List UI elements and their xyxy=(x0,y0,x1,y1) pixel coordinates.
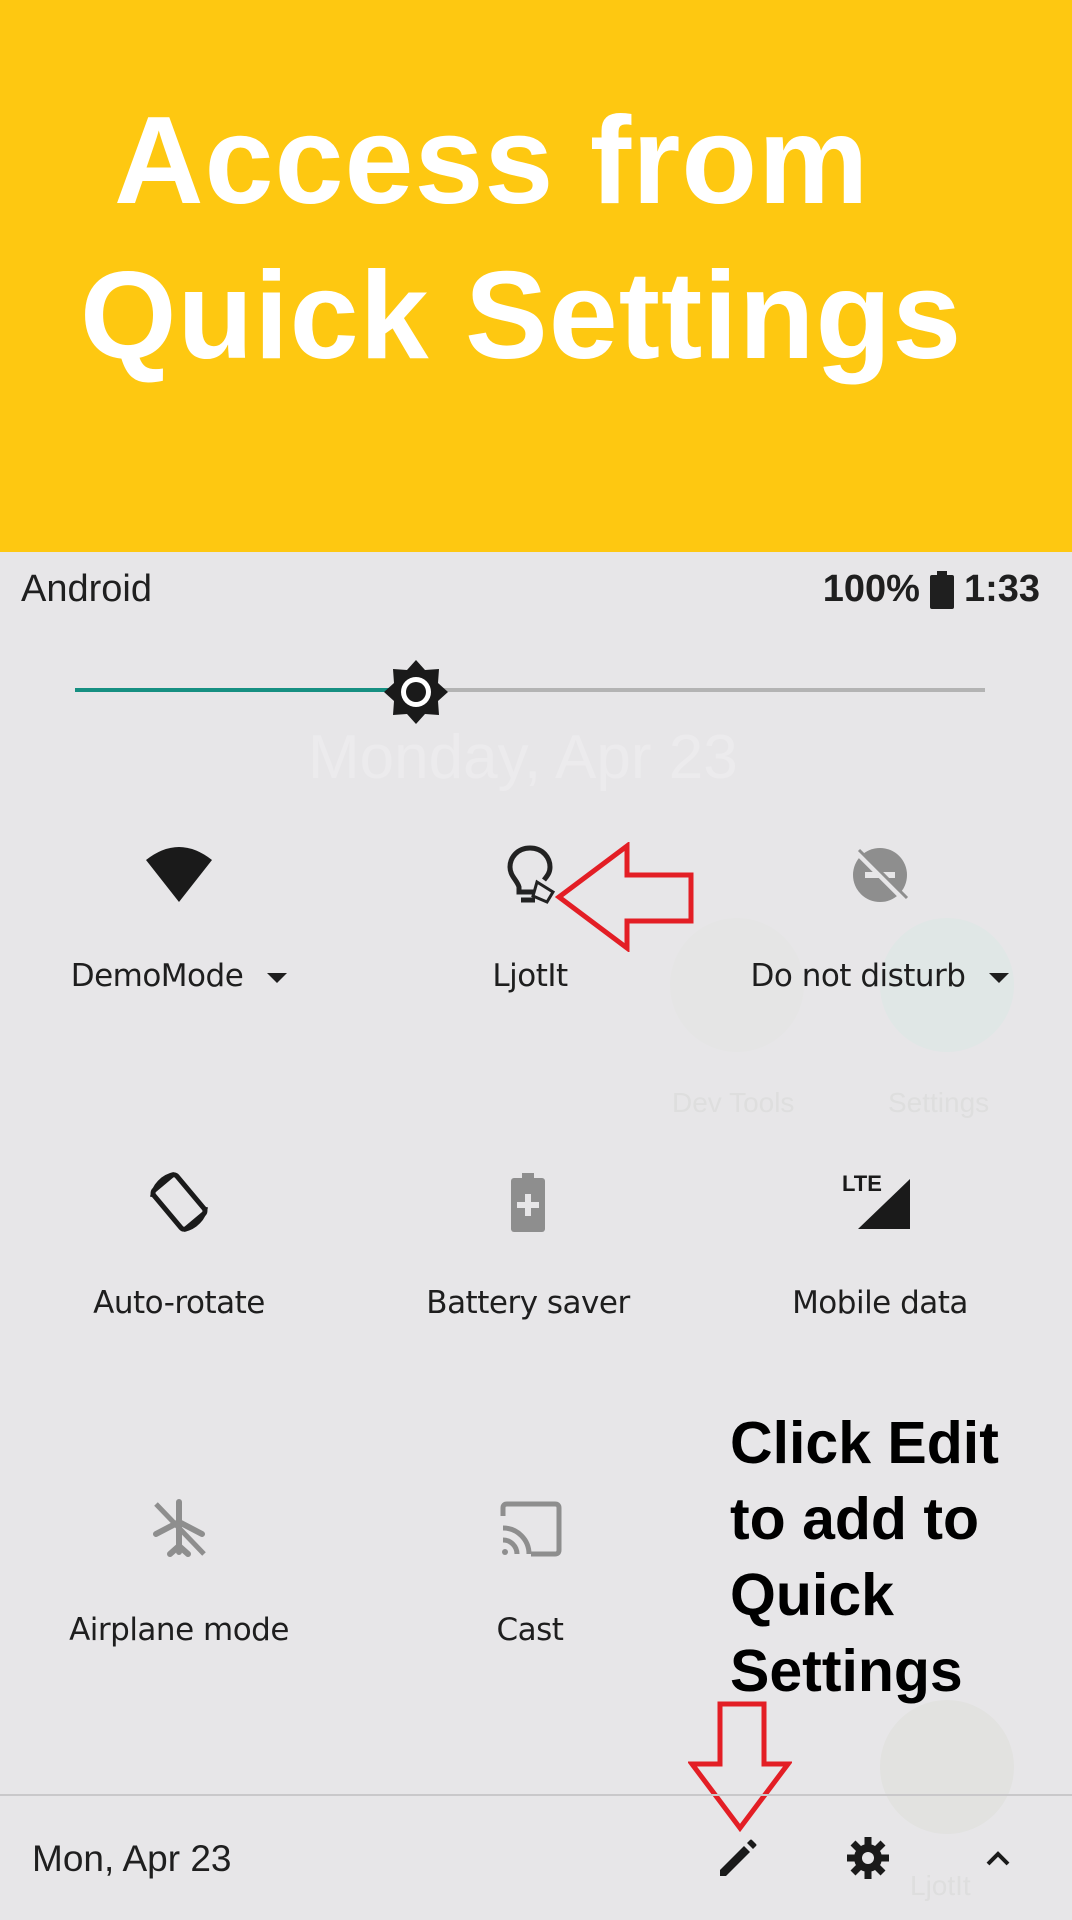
carrier-label: Android xyxy=(21,568,152,610)
battery-saver-icon xyxy=(493,1167,563,1237)
red-arrow-down-annotation xyxy=(688,1700,792,1832)
title-banner: Access from Quick Settings xyxy=(0,0,1072,552)
tile-label: LjotIt xyxy=(492,958,568,994)
tile-battery-saver[interactable]: Battery saver xyxy=(358,1167,698,1367)
banner-title-line1: Access from xyxy=(114,92,870,230)
tile-label: Battery saver xyxy=(426,1285,630,1321)
tile-mobile-data[interactable]: LTE Mobile data xyxy=(710,1167,1050,1367)
annotation-line: Settings xyxy=(730,1638,963,1704)
lte-signal-icon: LTE xyxy=(840,1167,920,1237)
tile-label: Auto-rotate xyxy=(93,1285,265,1321)
ghost-launcher-date: Monday, Apr 23 xyxy=(308,723,738,792)
footer-divider xyxy=(0,1794,1072,1796)
tile-cast[interactable]: Cast xyxy=(360,1494,700,1694)
tile-label: DemoMode xyxy=(70,958,244,994)
ghost-ljotit-label: LjotIt xyxy=(910,1870,971,1901)
battery-icon xyxy=(929,570,954,609)
dropdown-caret-icon[interactable] xyxy=(989,972,1010,983)
auto-rotate-icon xyxy=(144,1167,214,1237)
banner-title-line2: Quick Settings xyxy=(80,247,963,385)
lte-badge: LTE xyxy=(842,1171,882,1196)
footer-date: Mon, Apr 23 xyxy=(32,1838,232,1879)
ghost-ljotit-icon xyxy=(880,1700,1014,1834)
tile-label: Airplane mode xyxy=(69,1612,289,1648)
tile-do-not-disturb[interactable]: Do not disturb xyxy=(710,840,1050,1040)
wifi-icon xyxy=(144,840,214,910)
brightness-thumb-icon[interactable] xyxy=(382,658,450,726)
tile-label: Do not disturb xyxy=(750,958,966,994)
ghost-settings-label: Settings xyxy=(888,1087,990,1118)
airplane-off-icon xyxy=(144,1494,214,1564)
ghost-devtools-label: Dev Tools xyxy=(672,1087,795,1118)
battery-percent: 100% xyxy=(822,568,920,610)
edit-instruction-annotation: Click Edit to add to Quick Settings xyxy=(730,1405,999,1709)
annotation-line: to add to xyxy=(730,1486,980,1552)
gear-icon[interactable] xyxy=(844,1834,892,1882)
tile-label: Cast xyxy=(496,1612,564,1648)
do-not-disturb-icon xyxy=(845,840,915,910)
annotation-line: Quick xyxy=(730,1562,894,1628)
tile-auto-rotate[interactable]: Auto-rotate xyxy=(9,1167,349,1367)
tile-label: Mobile data xyxy=(792,1285,968,1321)
tile-airplane-mode[interactable]: Airplane mode xyxy=(9,1494,349,1694)
dropdown-caret-icon[interactable] xyxy=(267,972,288,983)
clock: 1:33 xyxy=(963,568,1040,610)
cast-icon xyxy=(495,1494,565,1564)
chevron-up-icon[interactable] xyxy=(974,1834,1022,1882)
red-arrow-left-annotation xyxy=(555,842,695,952)
tile-demomode[interactable]: DemoMode xyxy=(9,840,349,1040)
annotation-line: Click Edit xyxy=(730,1410,999,1476)
edit-pencil-icon[interactable] xyxy=(714,1834,762,1882)
brightness-track-filled xyxy=(75,688,417,692)
brightness-track[interactable] xyxy=(417,688,985,692)
status-indicators: 100% 1:33 xyxy=(823,568,1040,611)
